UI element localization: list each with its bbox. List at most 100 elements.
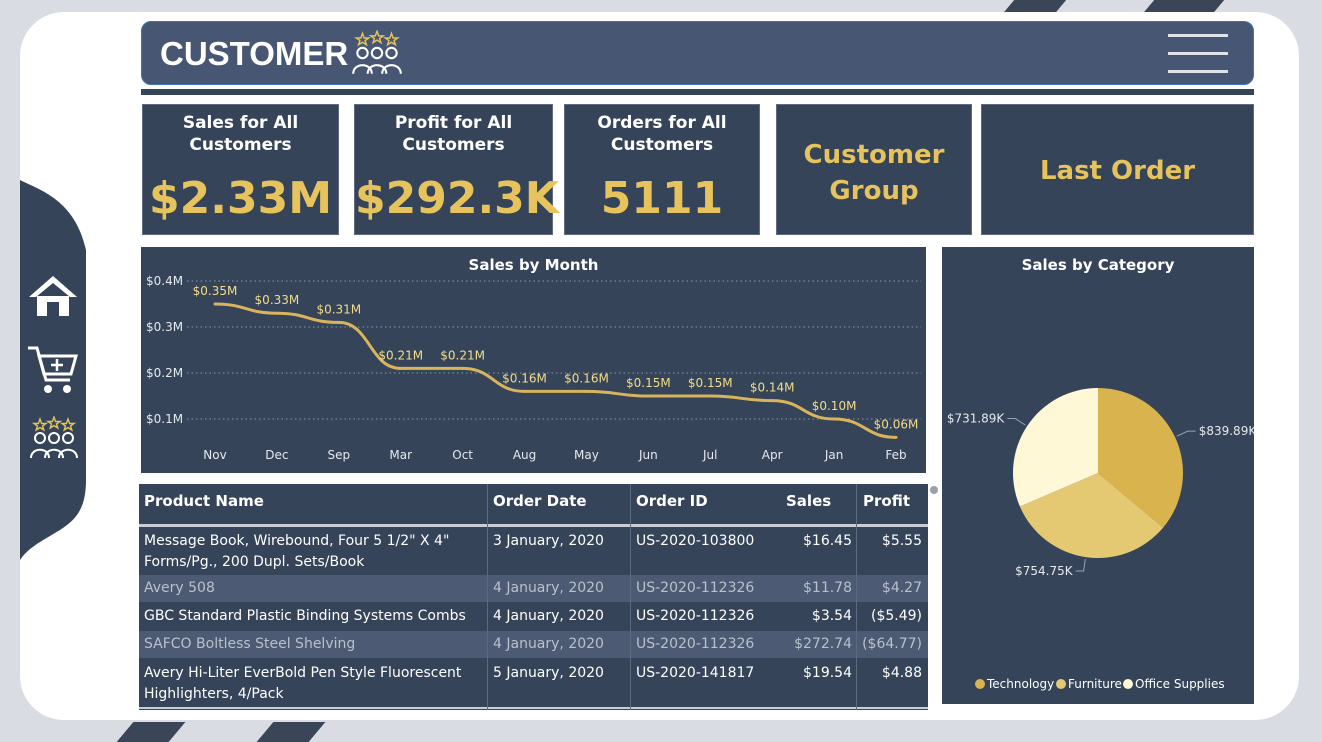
data-label: $839.89K (1199, 424, 1254, 438)
customer-group-button[interactable]: Customer Group (776, 104, 972, 235)
data-label: $0.35M (193, 284, 238, 298)
data-label: $0.10M (812, 399, 857, 413)
decor-stripe (256, 722, 326, 742)
kpi-orders-value: 5111 (600, 173, 724, 224)
y-tick-label: $0.4M (146, 274, 183, 288)
x-tick-label: Sep (328, 448, 351, 462)
data-label: $0.06M (874, 417, 919, 431)
hamburger-icon[interactable] (1162, 30, 1234, 76)
legend-furniture[interactable]: Furniture (1056, 677, 1122, 691)
data-label: $0.15M (626, 376, 671, 390)
cell-date: 4 January, 2020 (493, 608, 604, 624)
x-tick-label: Mar (389, 448, 412, 462)
decor-stripe (1004, 0, 1068, 12)
cell-sales: $16.45 (803, 533, 852, 549)
kpi-sales-card: Sales for All Customers $2.33M (142, 104, 339, 235)
kpi-orders-label: Orders for All (597, 113, 727, 133)
cell-date: 4 January, 2020 (493, 636, 604, 652)
data-label: $731.89K (947, 412, 1006, 426)
cell-order-id: US-2020-141817 (636, 665, 755, 681)
cell-profit: $5.55 (881, 533, 922, 549)
kpi-sales-label: Customers (189, 135, 292, 155)
data-point (399, 366, 403, 370)
y-tick-label: $0.1M (146, 412, 183, 426)
home-icon[interactable] (26, 273, 80, 319)
x-tick-label: Oct (452, 448, 473, 462)
table-row[interactable]: Avery 508 4 January, 2020 US-2020-112326… (139, 575, 928, 602)
x-tick-label: Jan (824, 448, 844, 462)
cell-sales: $11.78 (803, 580, 852, 596)
data-point (646, 394, 650, 398)
data-label: $0.16M (502, 371, 547, 385)
column-header-sales[interactable]: Sales (786, 484, 831, 524)
cell-profit: ($5.49) (870, 608, 922, 624)
pie-chart-plot: $839.89K $754.75K $731.89K (947, 388, 1254, 578)
decor-stripe (116, 722, 186, 742)
legend-label: Office Supplies (1135, 677, 1225, 691)
last-order-label: Last Order (1039, 156, 1196, 186)
x-tick-label: Dec (265, 448, 288, 462)
column-divider (856, 484, 857, 710)
cell-order-id: US-2020-103800 (636, 533, 755, 549)
x-tick-label: Apr (762, 448, 783, 462)
data-label: $0.14M (750, 381, 795, 395)
cell-date: 3 January, 2020 (493, 533, 604, 549)
table-row[interactable]: Message Book, Wirebound, Four 5 1/2" X 4… (139, 527, 928, 574)
page-title: CUSTOMER (160, 35, 349, 72)
cart-add-icon[interactable] (26, 344, 80, 398)
cell-date: 4 January, 2020 (493, 580, 604, 596)
kpi-profit-label: Customers (402, 135, 505, 155)
column-header-order-date[interactable]: Order Date (493, 484, 587, 524)
scrollbar-thumb[interactable] (930, 486, 938, 494)
series-line-sales (214, 302, 897, 439)
page-header: CUSTOMER (141, 21, 1254, 85)
line-chart-plot: $0.4M $0.3M $0.2M $0.1M $0.35M Nov $0.33M Dec $0… (146, 274, 921, 462)
last-order-button[interactable]: Last Order (981, 104, 1254, 235)
data-label: $0.15M (688, 376, 733, 390)
column-divider (630, 484, 631, 710)
cell-profit: $4.88 (881, 665, 922, 681)
data-label: $0.16M (564, 371, 609, 385)
legend-office-supplies[interactable]: Office Supplies (1123, 677, 1225, 691)
table-row[interactable]: SAFCO Boltless Steel Shelving 4 January,… (139, 631, 928, 658)
legend-technology[interactable]: Technology (975, 677, 1054, 691)
header-divider (141, 89, 1254, 95)
x-tick-label: Aug (513, 448, 536, 462)
cell-product: SAFCO Boltless Steel Shelving (144, 636, 356, 652)
data-point (461, 366, 465, 370)
cell-sales: $19.54 (803, 665, 852, 681)
cell-date: 5 January, 2020 (493, 665, 604, 681)
cell-product: Avery Hi-Liter EverBold Pen Style Fluore… (144, 665, 462, 702)
kpi-sales-value: $2.33M (149, 173, 332, 224)
data-point (770, 399, 774, 403)
cell-profit: ($64.77) (862, 636, 922, 652)
data-point (523, 389, 527, 393)
leader-line (1176, 430, 1196, 437)
sales-by-month-chart: Sales by Month $0.4M $0.3M $0.2M $0.1M $0.35… (141, 247, 926, 473)
cell-order-id: US-2020-112326 (636, 580, 755, 596)
cell-sales: $3.54 (811, 608, 852, 624)
column-divider (487, 484, 488, 710)
data-label: $754.75K (1015, 564, 1074, 578)
legend-label: Technology (987, 677, 1055, 691)
data-point (213, 302, 217, 306)
y-tick-label: $0.2M (146, 366, 183, 380)
x-tick-label: May (574, 448, 599, 462)
data-point (337, 320, 341, 324)
cell-profit: $4.27 (881, 580, 922, 596)
customer-group-label: Group (829, 176, 919, 206)
column-header-profit[interactable]: Profit (863, 484, 910, 524)
kpi-profit-value: $292.3K (355, 173, 559, 224)
table-row[interactable]: Avery Hi-Liter EverBold Pen Style Fluore… (139, 659, 928, 707)
column-header-product[interactable]: Product Name (144, 484, 264, 524)
column-header-order-id[interactable]: Order ID (636, 484, 708, 524)
customers-rating-icon[interactable] (26, 416, 82, 460)
kpi-profit-label: Profit for All (394, 113, 513, 133)
leader-line (1075, 559, 1086, 572)
data-point (832, 417, 836, 421)
x-tick-label: Feb (885, 448, 906, 462)
legend-dot (1056, 679, 1066, 689)
table-row[interactable]: GBC Standard Plastic Binding Systems Com… (139, 603, 928, 630)
data-point (894, 435, 898, 439)
cell-product: Avery 508 (144, 580, 215, 596)
